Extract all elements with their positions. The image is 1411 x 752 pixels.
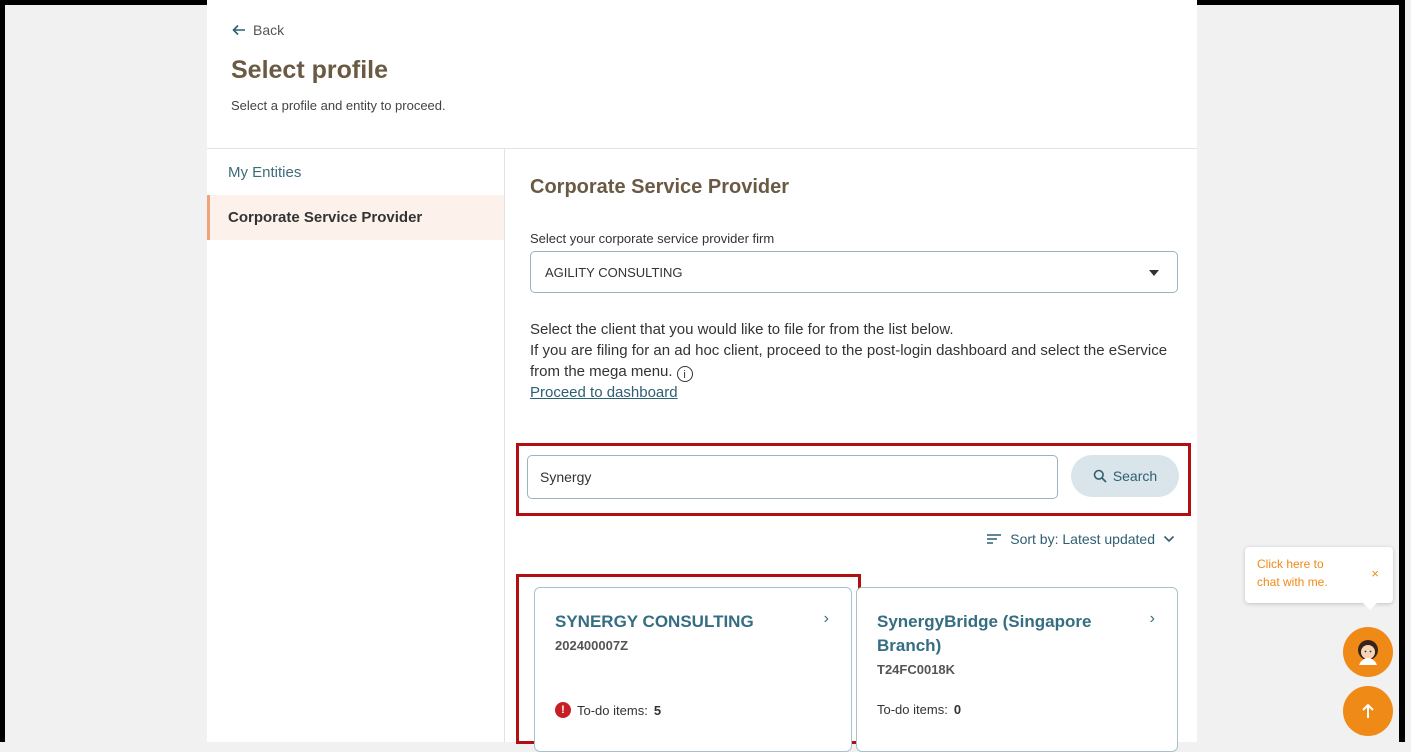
todo-label: To-do items: bbox=[577, 702, 648, 718]
proceed-to-dashboard-link[interactable]: Proceed to dashboard bbox=[530, 384, 678, 401]
sort-icon bbox=[987, 534, 1002, 544]
sort-dropdown[interactable]: Sort by: Latest updated bbox=[986, 531, 1175, 547]
main-card: Back Select profile Select a profile and… bbox=[207, 0, 1197, 752]
search-input[interactable] bbox=[527, 455, 1058, 499]
todo-label: To-do items: bbox=[877, 702, 948, 717]
entity-card-synergybridge[interactable]: SynergyBridge (Singapore Branch) T24FC00… bbox=[856, 587, 1178, 752]
sidebar: My Entities Corporate Service Provider bbox=[207, 149, 505, 742]
arrow-up-icon bbox=[1362, 703, 1374, 718]
section-title: Corporate Service Provider bbox=[530, 176, 789, 198]
instructions: Select the client that you would like to… bbox=[530, 319, 1170, 403]
instructions-line-1: Select the client that you would like to… bbox=[530, 321, 954, 338]
todo-items: ! To-do items: 5 bbox=[555, 702, 661, 718]
search-button-label: Search bbox=[1112, 468, 1158, 484]
firm-select[interactable]: AGILITY CONSULTING bbox=[530, 251, 1178, 293]
chat-prompt-text: Click here to chat with me. bbox=[1257, 557, 1328, 589]
sidebar-item-label: Corporate Service Provider bbox=[228, 209, 423, 226]
caret-down-icon bbox=[1149, 270, 1159, 276]
todo-items: To-do items: 0 bbox=[877, 702, 961, 717]
chatbot-avatar-button[interactable] bbox=[1343, 627, 1393, 677]
back-link[interactable]: Back bbox=[231, 22, 284, 38]
main-content: Corporate Service Provider Select your c… bbox=[516, 149, 1197, 752]
entity-name: SYNERGY CONSULTING bbox=[555, 612, 754, 631]
entity-id: T24FC0018K bbox=[877, 662, 956, 677]
firm-select-value: AGILITY CONSULTING bbox=[545, 264, 683, 280]
alert-icon: ! bbox=[555, 702, 571, 718]
info-icon[interactable]: i bbox=[676, 366, 693, 382]
search-icon bbox=[1093, 469, 1107, 483]
search-button[interactable]: Search bbox=[1071, 455, 1179, 497]
sidebar-item-my-entities[interactable]: My Entities bbox=[207, 149, 504, 195]
chevron-right-icon: › bbox=[1149, 610, 1155, 627]
entity-name: SynergyBridge (Singapore Branch) bbox=[877, 612, 1092, 655]
sidebar-item-label: My Entities bbox=[228, 163, 302, 181]
chat-prompt-bubble[interactable]: Click here to chat with me. × bbox=[1245, 547, 1393, 610]
search-highlight-box: Search bbox=[516, 443, 1191, 516]
chevron-right-icon: › bbox=[823, 610, 829, 627]
close-icon[interactable]: × bbox=[1371, 565, 1379, 583]
chevron-down-icon bbox=[1163, 535, 1175, 543]
arrow-left-icon bbox=[232, 24, 245, 36]
entity-id: 202400007Z bbox=[555, 638, 629, 653]
entity-card-synergy-consulting[interactable]: SYNERGY CONSULTING 202400007Z › ! To-do … bbox=[534, 587, 852, 752]
sort-label: Sort by: Latest updated bbox=[1010, 531, 1155, 547]
back-label: Back bbox=[253, 22, 285, 38]
page-title: Select profile bbox=[231, 56, 388, 84]
scroll-to-top-button[interactable] bbox=[1343, 686, 1393, 736]
todo-count: 5 bbox=[653, 702, 662, 718]
sidebar-item-corporate-service-provider[interactable]: Corporate Service Provider bbox=[207, 195, 504, 240]
todo-count: 0 bbox=[953, 702, 962, 717]
page-subtitle: Select a profile and entity to proceed. bbox=[231, 98, 446, 113]
instructions-line-2: If you are filing for an ad hoc client, … bbox=[530, 342, 1168, 380]
firm-select-label: Select your corporate service provider f… bbox=[530, 231, 775, 246]
chatbot-avatar-icon bbox=[1358, 640, 1378, 665]
